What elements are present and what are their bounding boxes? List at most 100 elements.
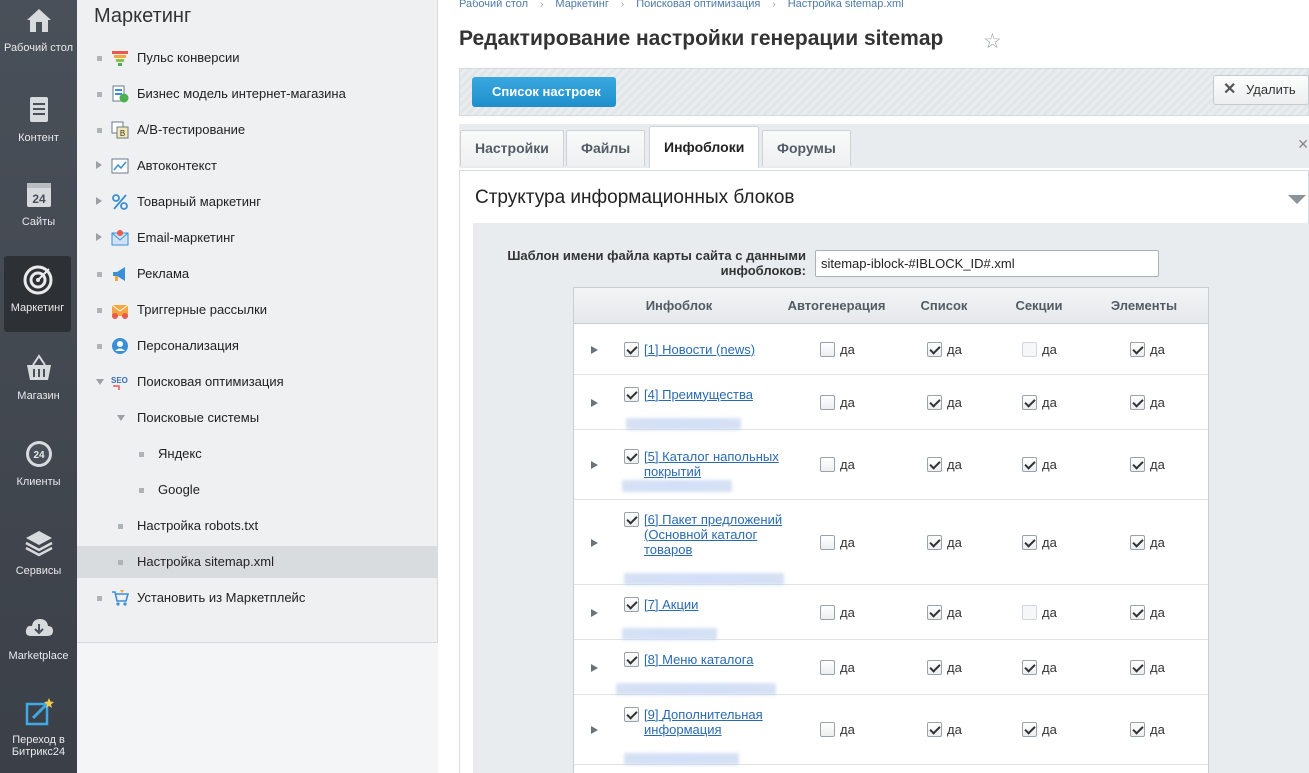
- iconbar-marketplace[interactable]: Marketplace: [0, 612, 77, 672]
- iblock-include-checkbox[interactable]: [624, 449, 639, 464]
- autogen-checkbox[interactable]: [820, 457, 835, 472]
- sections-checkbox[interactable]: [1022, 534, 1037, 550]
- expand-row-icon[interactable]: [591, 663, 598, 672]
- checkbox-label: да: [1150, 659, 1165, 675]
- template-filename-input[interactable]: [815, 250, 1159, 277]
- menu-item-ab-testing[interactable]: B А/В-тестирование: [77, 114, 438, 146]
- expand-arrow-icon[interactable]: [96, 161, 102, 169]
- iconbar-bitrix24[interactable]: Переход в Битрикс24: [0, 696, 77, 766]
- sections-checkbox[interactable]: [1022, 659, 1037, 675]
- menu-item-product-marketing[interactable]: Товарный маркетинг: [77, 186, 438, 218]
- tab-settings[interactable]: Настройки: [460, 130, 564, 166]
- iblock-include-checkbox[interactable]: [624, 651, 639, 667]
- breadcrumb-marketing[interactable]: Маркетинг: [555, 0, 608, 10]
- expand-row-icon[interactable]: [591, 346, 598, 354]
- tabs-close-icon[interactable]: ✕: [1297, 136, 1309, 153]
- sections-checkbox[interactable]: [1022, 394, 1037, 410]
- iconbar-shop[interactable]: Магазин: [0, 352, 77, 412]
- menu-item-trigger-mailings[interactable]: Триггерные рассылки: [77, 294, 438, 326]
- tab-iblocks[interactable]: Инфоблоки: [649, 126, 760, 168]
- sections-checkbox[interactable]: [1022, 457, 1037, 472]
- iblock-link[interactable]: [8] Меню каталога: [644, 652, 784, 667]
- menu-item-business-model[interactable]: Бизнес модель интернет-магазина: [77, 78, 438, 110]
- bullet-marker: [139, 488, 144, 493]
- iconbar-sites[interactable]: 24 Сайты: [0, 178, 77, 238]
- iblock-name: Меню каталога: [662, 651, 754, 667]
- iblock-include-checkbox[interactable]: [624, 596, 639, 612]
- iblock-include-checkbox[interactable]: [624, 511, 639, 527]
- elements-checkbox[interactable]: [1130, 722, 1145, 737]
- expand-row-icon[interactable]: [591, 608, 598, 617]
- menu-item-email-marketing[interactable]: Email-маркетинг: [77, 222, 438, 254]
- svg-text:24: 24: [32, 192, 46, 206]
- breadcrumb-sitemap[interactable]: Настройка sitemap.xml: [788, 0, 904, 10]
- iblock-include-checkbox[interactable]: [624, 341, 639, 357]
- collapse-triangle-icon[interactable]: [1288, 195, 1306, 204]
- menu-item-seo[interactable]: SEO Поисковая оптимизация: [77, 366, 438, 398]
- settings-list-button[interactable]: Список настроек: [472, 77, 616, 107]
- elements-checkbox[interactable]: [1130, 659, 1145, 675]
- iconbar-marketing[interactable]: Маркетинг: [4, 256, 71, 332]
- list-checkbox[interactable]: [927, 722, 942, 737]
- list-checkbox[interactable]: [927, 604, 942, 620]
- expand-row-icon[interactable]: [591, 398, 598, 407]
- iblock-id: [9]: [644, 706, 659, 722]
- collapse-arrow-icon[interactable]: [96, 379, 104, 385]
- expand-row-icon[interactable]: [591, 538, 598, 547]
- list-checkbox[interactable]: [927, 457, 942, 472]
- menu-item-search-engines[interactable]: Поисковые системы: [77, 402, 438, 434]
- collapse-arrow-icon[interactable]: [117, 415, 125, 421]
- elements-checkbox[interactable]: [1130, 534, 1145, 550]
- expand-row-icon[interactable]: [591, 726, 598, 734]
- iconbar-label: Marketplace: [8, 650, 69, 662]
- target-icon: [23, 265, 52, 295]
- breadcrumb-seo[interactable]: Поисковая оптимизация: [636, 0, 760, 10]
- elements-checkbox[interactable]: [1130, 604, 1145, 620]
- sections-checkbox[interactable]: [1022, 722, 1037, 737]
- menu-item-google[interactable]: Google: [77, 474, 438, 506]
- list-checkbox[interactable]: [927, 534, 942, 550]
- iblock-link[interactable]: [4] Преимущества: [644, 387, 784, 402]
- menu-item-conversion-pulse[interactable]: Пульс конверсии: [77, 42, 438, 74]
- expand-row-icon[interactable]: [591, 461, 598, 469]
- elements-checkbox[interactable]: [1130, 394, 1145, 410]
- autogen-checkbox[interactable]: [820, 534, 835, 550]
- iblock-include-checkbox[interactable]: [624, 706, 639, 722]
- tab-files[interactable]: Файлы: [566, 130, 646, 166]
- menu-item-marketplace-install[interactable]: Установить из Маркетплейс: [77, 582, 438, 614]
- iblock-link[interactable]: [1] Новости (news): [644, 342, 784, 357]
- elements-checkbox[interactable]: [1130, 342, 1145, 357]
- list-checkbox[interactable]: [927, 394, 942, 410]
- iblock-link[interactable]: [7] Акции: [644, 597, 784, 612]
- expand-arrow-icon[interactable]: [96, 197, 102, 205]
- list-checkbox[interactable]: [927, 342, 942, 357]
- menu-item-yandex[interactable]: Яндекс: [77, 438, 438, 470]
- iconbar-clients[interactable]: 24 Клиенты: [0, 438, 77, 498]
- toolbar: Список настроек ✕ Удалить: [459, 68, 1309, 116]
- menu-item-advertising[interactable]: Реклама: [77, 258, 438, 290]
- autogen-checkbox[interactable]: [820, 722, 835, 737]
- autogen-checkbox[interactable]: [820, 394, 835, 410]
- iconbar-services[interactable]: Сервисы: [0, 527, 77, 587]
- expand-arrow-icon[interactable]: [96, 233, 102, 241]
- favorite-star-icon[interactable]: ☆: [983, 29, 1002, 54]
- autogen-checkbox[interactable]: [820, 604, 835, 620]
- iblock-include-checkbox[interactable]: [624, 386, 639, 402]
- breadcrumb-desktop[interactable]: Рабочий стол: [459, 0, 528, 10]
- iconbar-desktop[interactable]: Рабочий стол: [0, 4, 77, 74]
- menu-item-personalization[interactable]: Персонализация: [77, 330, 438, 362]
- list-checkbox[interactable]: [927, 659, 942, 675]
- autogen-checkbox[interactable]: [820, 659, 835, 675]
- menu-item-robots[interactable]: Настройка robots.txt: [77, 510, 438, 542]
- iblock-link[interactable]: [5] Каталог напольных покрытий: [644, 449, 784, 479]
- menu-item-autocontext[interactable]: Автоконтекст: [77, 150, 438, 182]
- iblock-link[interactable]: [9] Дополнительная информация: [644, 707, 784, 737]
- tab-forums[interactable]: Форумы: [762, 130, 851, 166]
- menu-item-sitemap[interactable]: Настройка sitemap.xml: [77, 546, 438, 578]
- autogen-checkbox[interactable]: [820, 342, 835, 357]
- checkbox-label: да: [840, 342, 855, 357]
- iconbar-content[interactable]: Контент: [0, 94, 77, 154]
- delete-button[interactable]: ✕ Удалить: [1213, 75, 1309, 105]
- elements-checkbox[interactable]: [1130, 457, 1145, 472]
- iblock-link[interactable]: [6] Пакет предложений (Основной каталог …: [644, 512, 784, 557]
